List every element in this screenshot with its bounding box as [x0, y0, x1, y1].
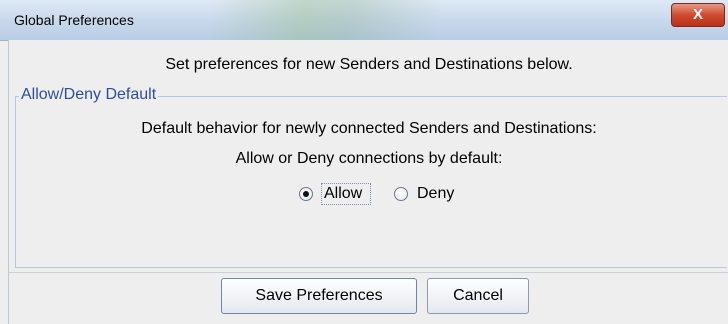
cancel-button[interactable]: Cancel: [427, 278, 529, 314]
dialog-body: Set preferences for new Senders and Dest…: [8, 40, 728, 324]
radio-selected-dot-icon: [303, 191, 309, 197]
window-title: Global Preferences: [14, 12, 134, 28]
instructions-heading: Set preferences for new Senders and Dest…: [165, 56, 573, 73]
title-bar-sheen: [210, 0, 440, 40]
save-preferences-button[interactable]: Save Preferences: [221, 278, 417, 314]
allow-deny-group-label: Allow/Deny Default: [19, 86, 159, 104]
allow-deny-prompt: Allow or Deny connections by default:: [235, 150, 503, 167]
allow-radio-label[interactable]: Allow: [324, 185, 362, 203]
close-button[interactable]: X: [671, 3, 725, 27]
allow-radio[interactable]: [299, 187, 313, 201]
button-separator: [9, 272, 728, 273]
deny-radio[interactable]: [394, 187, 408, 201]
default-behavior-description: Default behavior for newly connected Sen…: [141, 120, 597, 137]
global-preferences-window: Global Preferences X Set preferences for…: [0, 0, 728, 324]
title-bar[interactable]: Global Preferences X: [0, 0, 728, 41]
deny-radio-label[interactable]: Deny: [417, 185, 454, 203]
